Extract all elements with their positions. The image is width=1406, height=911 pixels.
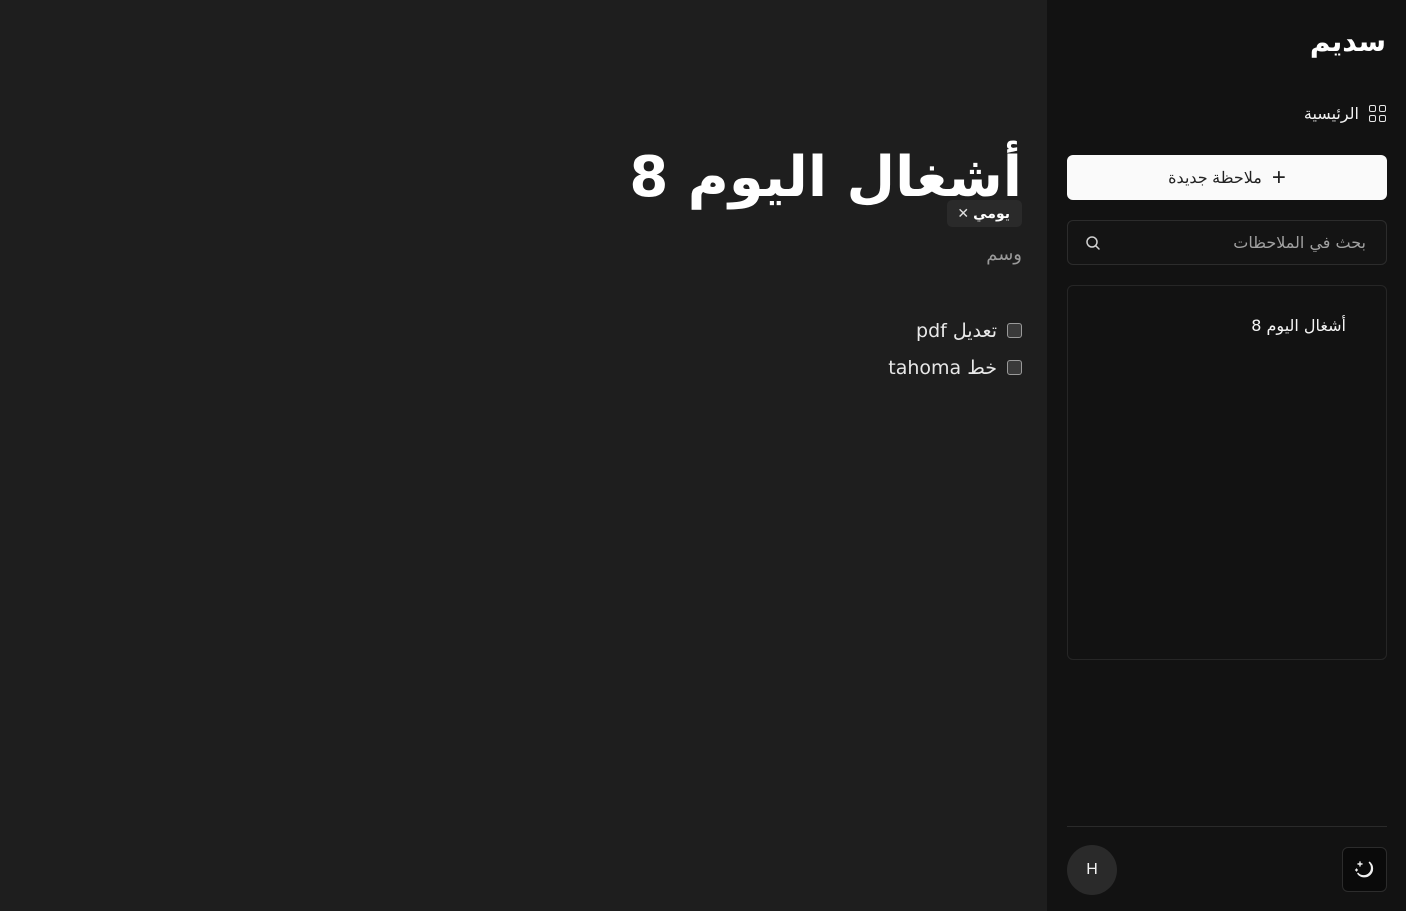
theme-toggle-button[interactable] — [1342, 847, 1387, 892]
new-note-button[interactable]: + ملاحظة جديدة — [1067, 155, 1387, 200]
search-box — [1067, 220, 1387, 265]
plus-icon: + — [1271, 163, 1286, 191]
avatar[interactable]: H — [1067, 845, 1117, 895]
checklist-item-label[interactable]: خط tahoma — [888, 357, 997, 379]
tag-label: يومي — [973, 205, 1010, 222]
close-icon[interactable]: ✕ — [957, 207, 969, 221]
sidebar-item-home[interactable]: الرئيسية — [1276, 100, 1386, 126]
checklist-item-label[interactable]: تعديل pdf — [916, 320, 997, 342]
checkbox[interactable] — [1007, 360, 1022, 375]
sidebar: سديم الرئيسية + ملاحظة جديدة أشغال اليوم… — [1047, 0, 1406, 911]
divider — [1067, 826, 1387, 827]
checklist-item: خط tahoma — [722, 349, 1022, 386]
grid-icon — [1369, 104, 1386, 122]
moon-stars-icon — [1354, 860, 1373, 877]
tag-input[interactable] — [822, 240, 1022, 268]
checklist: تعديل pdf خط tahoma — [722, 312, 1022, 386]
new-note-label: ملاحظة جديدة — [1168, 169, 1262, 187]
sidebar-item-label: الرئيسية — [1303, 103, 1359, 123]
list-item[interactable]: أشغال اليوم 8 — [1251, 316, 1346, 335]
tag-chip: يومي ✕ — [947, 200, 1022, 227]
note-editor: أشغال اليوم 8 يومي ✕ تعديل pdf خط tahoma — [0, 0, 1047, 911]
notes-list: أشغال اليوم 8 — [1067, 285, 1387, 660]
checklist-item: تعديل pdf — [722, 312, 1022, 349]
checkbox[interactable] — [1007, 323, 1022, 338]
search-input[interactable] — [1068, 221, 1386, 264]
app-logo: سديم — [1309, 25, 1386, 58]
search-icon — [1086, 236, 1100, 250]
